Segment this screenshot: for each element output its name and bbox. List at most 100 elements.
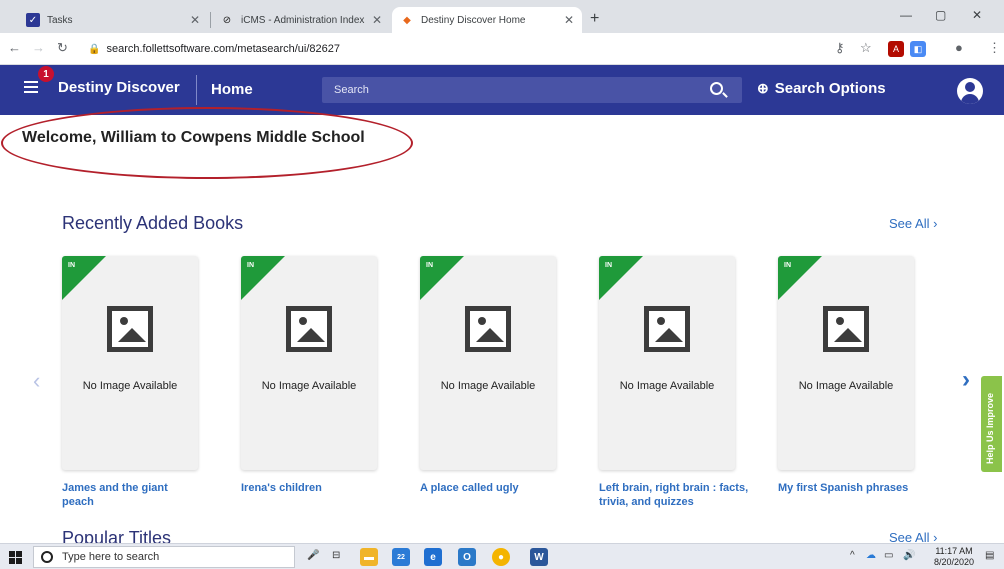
see-all-label: See All [889,530,930,544]
search-input[interactable]: Search [322,77,742,103]
taskbar-clock[interactable]: 11:17 AM 8/20/2020 [928,546,980,568]
no-image-text: No Image Available [82,380,178,392]
no-image-text: No Image Available [440,380,536,392]
search-options-label: Search Options [774,80,886,97]
destiny-favicon-icon: ◆ [403,14,411,26]
carousel-prev-icon[interactable]: ‹ [33,368,40,394]
extension-icon[interactable]: ◧ [910,41,926,57]
lock-icon: 🔒 [88,43,101,55]
status-text: IN [426,262,433,269]
tasks-favicon-icon: ✓ [26,13,40,27]
search-options-button[interactable]: ⊕ Search Options [757,80,886,97]
see-all-label: See All [889,216,930,231]
url-field[interactable]: 🔒 search.follettsoftware.com/metasearch/… [88,37,908,61]
url-text: search.follettsoftware.com/metasearch/ui… [106,43,341,55]
window-close-icon[interactable]: ✕ [972,8,982,22]
book-title-link[interactable]: My first Spanish phrases [778,481,928,495]
notification-badge[interactable]: 1 [38,66,54,82]
address-bar: ← → ↻ 🔒 search.follettsoftware.com/metas… [0,33,1004,65]
status-text: IN [784,262,791,269]
hamburger-menu-icon[interactable] [24,81,38,93]
profile-icon[interactable]: ● [955,40,963,55]
store-icon[interactable]: 22 [392,548,410,566]
cortana-icon [41,551,53,563]
clock-date: 8/20/2020 [933,557,975,567]
no-image-text: No Image Available [798,380,894,392]
image-placeholder-icon [107,306,153,352]
tab-title: iCMS - Administration Index [241,14,365,26]
book-card[interactable]: IN No Image Available [778,256,914,470]
tray-expand-icon[interactable]: ^ [850,550,855,561]
book-title-link[interactable]: A place called ugly [420,481,570,495]
image-placeholder-icon [286,306,332,352]
close-icon[interactable]: ✕ [372,13,382,27]
store-badge: 22 [397,553,405,561]
forward-arrow-icon[interactable]: → [32,40,45,55]
brand-title[interactable]: Destiny Discover [58,79,180,96]
outlook-icon[interactable]: O [458,548,476,566]
see-all-link[interactable]: See All › [889,530,937,544]
edge-icon[interactable]: e [424,548,442,566]
tab-separator [210,12,211,28]
tab-icms[interactable]: ⊘ iCMS - Administration Index ✕ [212,7,390,33]
image-placeholder-icon [823,306,869,352]
image-placeholder-icon [644,306,690,352]
search-icon[interactable] [710,82,723,95]
chrome-icon[interactable]: ● [492,548,510,566]
volume-icon[interactable]: 🔊 [903,550,915,561]
onedrive-icon[interactable]: ☁ [866,550,876,561]
task-view-icon[interactable]: ⊟ [332,550,340,561]
pdf-extension-icon[interactable]: A [888,41,904,57]
back-arrow-icon[interactable]: ← [8,40,21,55]
annotation-oval [1,107,413,179]
avatar-body [961,94,979,104]
reload-icon[interactable]: ↻ [57,40,68,56]
no-entry-favicon-icon: ⊘ [222,14,232,26]
status-text: IN [68,262,75,269]
tab-tasks[interactable]: ✓ Tasks ✕ [18,7,208,33]
tab-title: Tasks [47,14,73,26]
divider [196,75,197,105]
book-card[interactable]: IN No Image Available [420,256,556,470]
close-icon[interactable]: ✕ [190,13,200,27]
taskbar-search-input[interactable]: Type here to search [33,546,295,568]
recently-added-title: Recently Added Books [62,213,244,233]
key-icon[interactable]: ⚷ [835,40,845,56]
no-image-text: No Image Available [619,380,715,392]
book-card[interactable]: IN No Image Available [599,256,735,470]
zoom-plus-icon: ⊕ [757,80,769,96]
no-image-text: No Image Available [261,380,357,392]
avatar-head [965,82,975,92]
book-title-link[interactable]: Irena's children [241,481,391,495]
word-icon[interactable]: W [530,548,548,566]
minimize-icon[interactable]: — [900,8,912,22]
status-text: IN [247,262,254,269]
book-card[interactable]: IN No Image Available [241,256,377,470]
menu-dots-icon[interactable]: ⋮ [988,40,1001,56]
help-us-improve-label: Help Us Improve [985,392,995,464]
file-explorer-icon[interactable]: ▬ [360,548,378,566]
carousel-next-icon[interactable]: › [962,366,970,394]
tab-title: Destiny Discover Home [421,14,526,26]
image-placeholder-icon [465,306,511,352]
home-link[interactable]: Home [211,81,253,98]
popular-titles-title: Popular Titles [62,528,172,544]
close-icon[interactable]: ✕ [564,13,574,27]
book-title-link[interactable]: James and the giant peach [62,481,202,509]
book-title-link[interactable]: Left brain, right brain : facts, trivia,… [599,481,759,509]
book-card[interactable]: IN No Image Available [62,256,198,470]
windows-taskbar: Type here to search 🎤 ⊟ ▬ 22 e O ● W ^ ☁… [0,543,1004,569]
tab-destiny-discover[interactable]: ◆ Destiny Discover Home ✕ [392,7,582,33]
taskbar-search-placeholder: Type here to search [62,551,160,563]
user-avatar-icon[interactable] [957,78,983,104]
bookmark-star-icon[interactable]: ☆ [860,40,872,56]
maximize-icon[interactable]: ▢ [935,8,946,22]
network-icon[interactable]: ▭ [884,550,893,561]
notifications-icon[interactable]: ▤ [985,550,994,561]
see-all-link[interactable]: See All › [889,216,937,231]
microphone-icon[interactable]: 🎤 [307,550,319,561]
windows-start-icon[interactable] [9,551,22,564]
help-us-improve-button[interactable]: Help Us Improve [981,376,1002,472]
new-tab-button[interactable]: + [590,10,599,28]
browser-tab-strip: ✓ Tasks ✕ ⊘ iCMS - Administration Index … [0,0,1004,33]
